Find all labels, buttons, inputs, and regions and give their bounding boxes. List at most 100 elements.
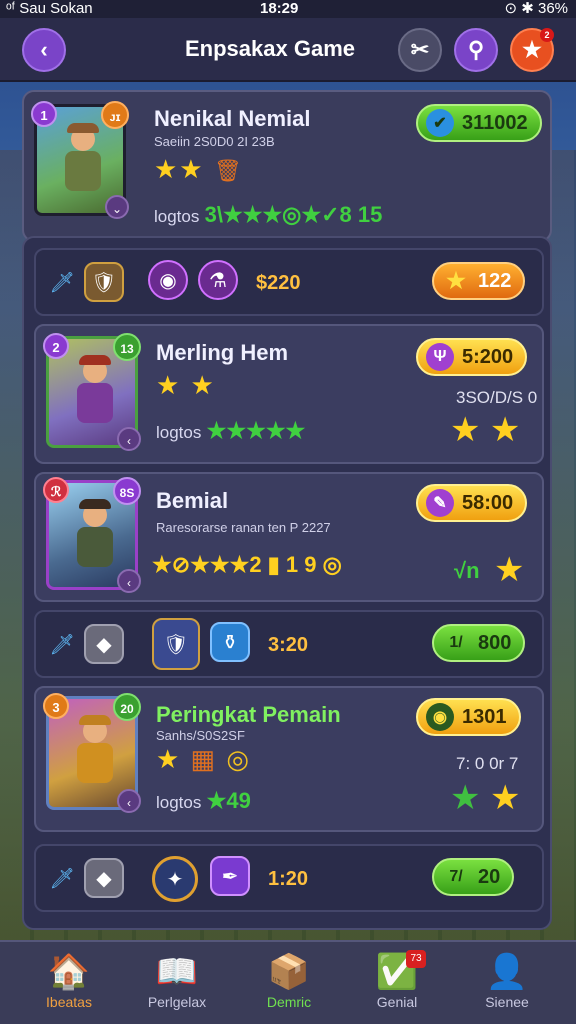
page-title: Enpsakax Game [185,36,355,61]
check-icon: ✔ [426,109,454,137]
sword-icon: 🗡 [49,271,75,294]
hero-avatar [61,123,105,201]
nav-home[interactable]: 🏠 Ibeatas [14,950,124,1010]
carrier-label: ᵒᶠ Sau Sokan [6,0,93,17]
player-portrait: 1 ᴊɪ ⌄ [31,101,129,219]
reward-pill[interactable]: 1/800 [432,624,526,662]
status-bar: ᵒᶠ Sau Sokan 18:29 ⊙ ✱ 36% [0,0,576,18]
reward-row-1[interactable]: 🗡 🛡 ◉ ⚗ $220 ★ 122 [34,248,544,316]
quest-badge: 73 [406,950,426,968]
reward-row-2[interactable]: 🗡 ◆ 🛡 ⚱ 3:20 1/800 [34,610,544,678]
player-subtitle: Saeiin 2S0D0 2I 23B [154,134,275,149]
cube-icon: ◆ [84,858,124,898]
rank-badge: ℛ [43,477,69,503]
chevron-down-icon: ‹ [117,569,141,593]
gem-icon: ◉ [148,260,188,300]
edit-icon: ✎ [426,489,454,517]
gold-star-icon: ★ [489,779,521,817]
bonus-stars: ★ ★ [450,778,520,818]
back-button[interactable]: ‹ [22,28,66,72]
reward-pill[interactable]: ★ 122 [432,262,526,300]
score-pill[interactable]: ✔ 311002 [416,104,542,142]
search-button[interactable]: ⚲ [454,28,498,72]
player-card-3[interactable]: ℛ 8S ‹ Bemial Raresorarse ranan ten P 22… [34,472,544,602]
battery-status: ⊙ ✱ 36% [504,0,569,17]
player-name: Peringkat Pemain [156,702,341,727]
score-pill[interactable]: ✎ 58:00 [416,484,528,522]
wand-icon: ✦ [152,856,198,902]
shield-icon: 🛡 [152,618,200,670]
player-card-4[interactable]: 3 20 ‹ Peringkat Pemain Sanhs/S0S2SF ★ ▦… [34,686,544,832]
score-pill[interactable]: ◉ 1301 [416,698,521,736]
nav-library[interactable]: 📖 Perlgelax [122,950,232,1010]
cube-icon: ◆ [84,624,124,664]
player-card-1[interactable]: 1 ᴊɪ ⌄ Nenikal Nemial Saeiin 2S0D0 2I 23… [22,90,552,242]
star-icon: ★ [446,268,466,293]
coin-icon: ◎ [226,744,252,774]
rank-badge: 3 [43,693,69,719]
nav-quests[interactable]: ✅ Genial 73 [342,950,452,1010]
treasure-icon: ▦ [190,744,218,774]
reward-price: $220 [256,272,301,294]
hero-avatar [73,355,117,433]
leaderboard-panel: 🗡 🛡 ◉ ⚗ $220 ★ 122 2 13 ‹ Merling Hem ★ ★… [22,236,552,930]
sword-icon: 🗡 [49,867,75,890]
reward-price: 1:20 [268,868,309,890]
clock: 18:29 [260,0,299,17]
player-subtitle: Sanhs/S0S2SF [156,728,245,743]
reward-pill[interactable]: 7/20 [432,858,515,896]
reward-icon: 7/ [449,868,463,885]
tools-button[interactable]: ✂ [398,28,442,72]
nav-chest[interactable]: 📦 Demric [234,950,344,1010]
potion-icon: ⚱ [210,622,250,662]
player-card-2[interactable]: 2 13 ‹ Merling Hem ★ ★ logtos ★★★★★ Ψ 5:2… [34,324,544,464]
profile-icon: 👤 [485,953,529,991]
level-badge: ᴊɪ [101,101,129,129]
player-name: Bemial [156,488,229,513]
player-portrait: ℛ 8S ‹ [43,477,141,593]
checklist-icon: ✅ [375,953,419,991]
log-row: logtos 3\★★★◎★✓8 15 [154,202,383,227]
player-subtitle: Raresorarse ranan ten P 2227 [156,520,331,535]
rank-badge: 1 [31,101,57,127]
search-icon: ⚲ [467,37,485,62]
reward-row-3[interactable]: 🗡 ◆ ✦ ✒ 1:20 7/20 [34,844,544,912]
star-icon: ★ [522,37,542,62]
green-star-icon: ★ [450,779,481,817]
log-row: logtos ★★★★★ [156,418,306,443]
bonus-stars: ★ [494,551,525,589]
medal-icon: ◉ [426,703,454,731]
helmet-icon: 🛡 [84,262,124,302]
rating-stars: ★ ▦ ◎ [156,744,252,774]
level-badge: 13 [113,333,141,361]
rating-stars: ★ ★ [156,370,216,400]
nav-profile[interactable]: 👤 Sienee [452,950,562,1010]
bottom-nav: 🏠 Ibeatas 📖 Perlgelax 📦 Demric ✅ Genial 73 👤 S… [0,940,576,1024]
player-note: √n [454,558,480,583]
top-bar: ‹ Enpsakax Game ✂ ⚲ ★ 2 [0,18,576,82]
player-portrait: 2 13 ‹ [43,333,141,451]
book-icon: 📖 [155,953,199,991]
player-note: 3SO/D/S 0 [456,388,538,407]
chevron-down-icon: ‹ [117,789,141,813]
player-name: Nenikal Nemial [154,106,311,131]
rating-stars: ★★ 🗑 [154,154,244,184]
tools-icon: ✂ [410,37,430,62]
level-badge: 8S [113,477,141,505]
player-portrait: 3 20 ‹ [43,693,141,813]
reward-icon: 1/ [449,634,463,651]
score-pill[interactable]: Ψ 5:200 [416,338,528,376]
hero-avatar [73,499,117,577]
trident-icon: Ψ [426,343,454,371]
feather-icon: ✒ [210,856,250,896]
notification-badge: 2 [540,28,554,42]
favorites-button[interactable]: ★ 2 [510,28,554,72]
home-icon: 🏠 [47,953,91,991]
chest-icon: 📦 [267,953,311,991]
bonus-stars: ★ ★ [450,411,521,449]
level-badge: 20 [113,693,141,721]
chevron-down-icon: ⌄ [105,195,129,219]
hero-avatar [73,715,117,793]
potion-icon: ⚗ [198,260,238,300]
chevron-left-icon: ‹ [40,37,48,62]
